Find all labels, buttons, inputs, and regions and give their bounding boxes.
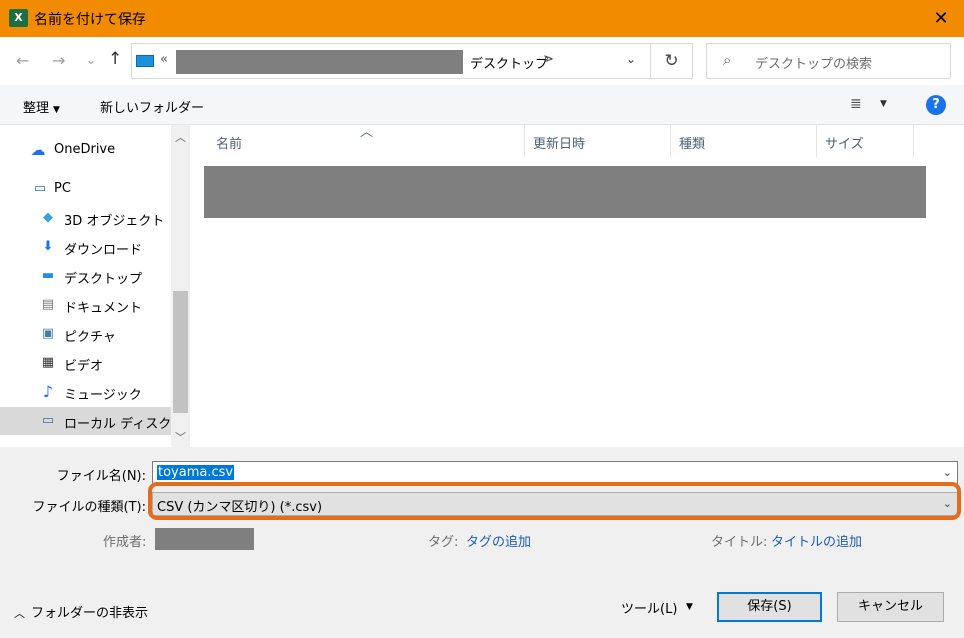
title-bar: X 名前を付けて保存 ✕ [0,0,964,37]
desktop-icon: ▬ [41,268,55,283]
music-icon: ♪ [42,382,54,401]
author-label: 作成者: [103,535,147,550]
file-list: 名前 ︿ 更新日時 種類 サイズ [190,125,964,447]
sidebar-item-3d-objects[interactable]: ◆ 3D オブジェクト [0,204,171,232]
sort-ascending-icon: ︿ [360,125,374,140]
title-label: タイトル: [711,535,768,550]
scrollbar-thumb[interactable] [173,291,188,413]
column-label: 更新日時 [533,137,586,152]
caret-down-icon[interactable]: ▼ [686,602,693,612]
chevron-down-icon[interactable]: ﹀ [175,429,186,445]
hide-folders-button[interactable]: ︿ フォルダーの非表示 [14,602,148,621]
sidebar-item-label: ピクチャ [64,330,116,345]
sidebar-item-pc[interactable]: ▭ PC [0,175,171,203]
document-icon: ▤ [41,297,55,312]
redacted-path [176,50,463,74]
caret-down-icon: ▼ [53,105,60,115]
caret-down-icon[interactable]: ▼ [880,99,887,109]
redacted-file-rows [204,166,926,218]
save-button[interactable]: 保存(S) [717,592,822,622]
search-placeholder: デスクトップの検索 [755,57,873,72]
download-icon: ⬇ [42,239,54,254]
search-input[interactable]: ⌕ デスクトップの検索 [706,43,951,79]
column-header-name[interactable]: 名前 ︿ [208,125,525,157]
chevron-down-icon[interactable]: ⌄ [943,466,952,479]
desktop-icon [136,55,154,67]
cancel-button[interactable]: キャンセル [837,592,944,622]
sidebar-item-onedrive[interactable]: ☁ OneDrive [0,136,171,164]
forward-button[interactable]: → [52,51,65,70]
chevron-right-icon[interactable]: > [543,52,554,67]
sidebar-item-label: PC [54,181,71,196]
chevron-up-icon[interactable]: ︿ [175,129,186,145]
sidebar-scrollbar[interactable]: ︿ ﹀ [171,125,190,447]
sidebar-item-label: OneDrive [54,142,116,157]
tools-button[interactable]: ツール(L) [621,598,677,617]
sidebar-item-downloads[interactable]: ⬇ ダウンロード [0,233,171,261]
back-button[interactable]: ← [16,51,29,70]
column-header-size[interactable]: サイズ [817,125,914,157]
close-button[interactable]: ✕ [918,0,964,37]
hide-folders-label: フォルダーの非表示 [31,606,149,621]
column-header-modified[interactable]: 更新日時 [525,125,671,157]
organize-button[interactable]: 整理 ▼ [23,97,60,116]
sidebar-item-videos[interactable]: ▦ ビデオ [0,349,171,377]
cloud-icon: ☁ [30,141,46,159]
window-title: 名前を付けて保存 [34,12,146,28]
sidebar-item-label: ドキュメント [64,301,143,316]
save-form: ファイル名(N): toyama.csv ⌄ ファイルの種類(T): CSV (… [0,447,964,638]
sidebar-item-label: ミュージック [64,388,142,403]
tags-label: タグ: [428,535,459,550]
column-label: 名前 [216,137,243,152]
picture-icon: ▣ [41,326,55,341]
highlight-annotation [148,482,961,520]
filetype-label: ファイルの種類(T): [32,500,146,515]
column-label: 種類 [679,137,706,152]
navigation-pane: ☁ OneDrive ▭ PC ◆ 3D オブジェクト ⬇ ダウンロード ▬ デ… [0,125,171,447]
add-tag-link[interactable]: タグの追加 [466,531,531,550]
command-bar: 整理 ▼ 新しいフォルダー ≣ ▼ ? [0,85,964,125]
excel-icon: X [9,9,28,27]
address-bar[interactable]: « デスクトップ > ⌄ [131,43,651,79]
refresh-button[interactable]: ↻ [651,43,693,79]
add-title-link[interactable]: タイトルの追加 [771,531,862,550]
sidebar-item-label: デスクトップ [64,272,143,287]
sidebar-item-pictures[interactable]: ▣ ピクチャ [0,320,171,348]
help-icon[interactable]: ? [926,95,946,115]
pc-icon: ▭ [33,181,47,196]
sidebar-item-label: 3D オブジェクト [64,214,165,229]
new-folder-button[interactable]: 新しいフォルダー [100,97,204,116]
chevron-up-icon: ︿ [14,607,25,620]
sidebar-item-label: ローカル ディスク (C [64,417,171,432]
filename-label: ファイル名(N): [56,469,146,484]
column-label: サイズ [825,137,864,152]
address-dropdown-button[interactable]: ⌄ [626,52,636,66]
view-options-icon[interactable]: ≣ [850,96,862,112]
search-icon: ⌕ [723,51,732,69]
sidebar-item-documents[interactable]: ▤ ドキュメント [0,291,171,319]
sidebar-item-local-disk[interactable]: ▭ ローカル ディスク (C [0,407,171,435]
sidebar-item-label: ダウンロード [64,243,143,258]
address-overflow[interactable]: « [160,52,168,67]
cube-icon: ◆ [43,210,53,225]
navigation-bar: ← → ⌄ ↑ « デスクトップ > ⌄ ↻ ⌕ デスクトップの検索 [0,37,964,85]
address-current-folder[interactable]: デスクトップ [470,53,548,72]
video-icon: ▦ [41,355,55,370]
sidebar-item-music[interactable]: ♪ ミュージック [0,378,171,406]
up-button[interactable]: ↑ [108,49,122,69]
organize-label: 整理 [23,101,50,116]
filename-value: toyama.csv [157,465,235,480]
sidebar-item-desktop[interactable]: ▬ デスクトップ [0,262,171,290]
column-header-type[interactable]: 種類 [671,125,817,157]
sidebar-item-label: ビデオ [64,359,104,374]
recent-locations-button[interactable]: ⌄ [86,53,96,67]
redacted-author [155,528,254,550]
disk-icon: ▭ [41,413,55,428]
